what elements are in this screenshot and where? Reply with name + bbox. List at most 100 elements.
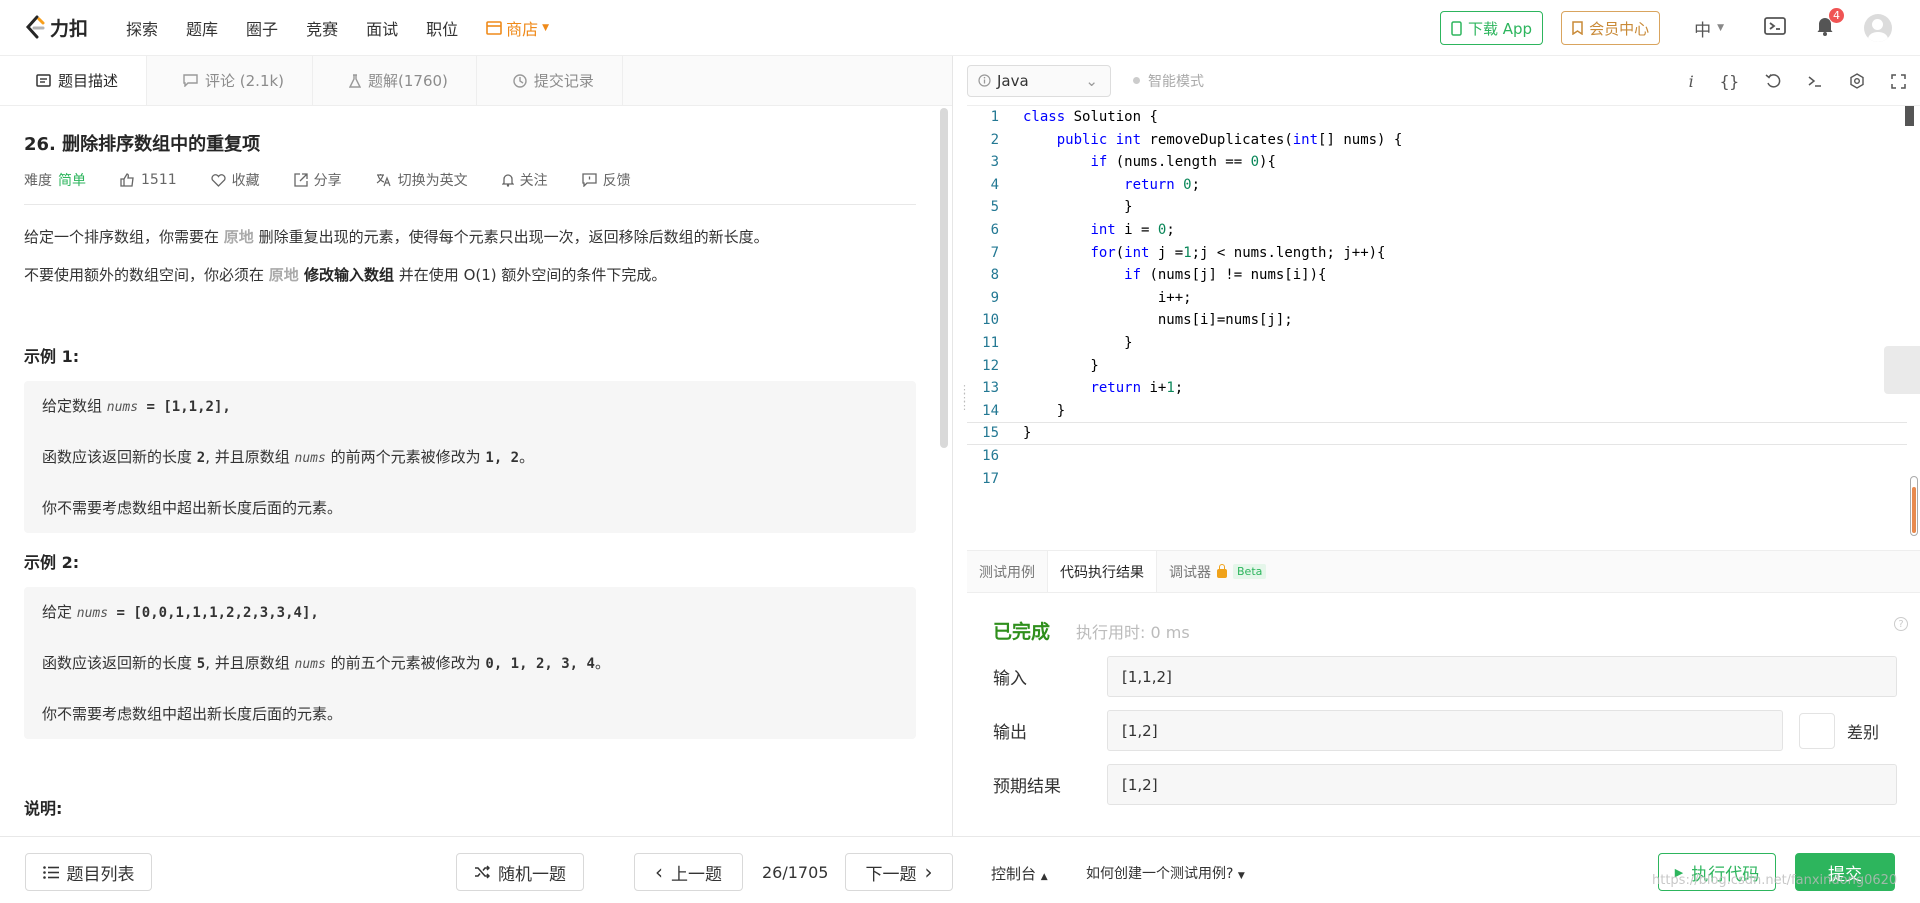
like-button[interactable]: 1511 (120, 172, 177, 188)
scrollbar[interactable] (940, 108, 948, 448)
tab-debugger[interactable]: 调试器 Beta (1157, 551, 1278, 592)
settings-icon[interactable] (1849, 73, 1865, 89)
runtime: 执行用时: 0 ms (1076, 623, 1190, 642)
example-line: 给定 nums = [0,0,1,1,1,2,2,3,3,4], (42, 603, 319, 621)
download-app-button[interactable]: 下载 App (1439, 11, 1544, 45)
result-header: 已完成 执行用时: 0 ms (993, 617, 1920, 644)
diff-checkbox[interactable] (1799, 712, 1835, 749)
beta-badge: Beta (1233, 564, 1267, 579)
like-count: 1511 (141, 172, 177, 188)
top-navbar: 力扣 探索 题库 圈子 竞赛 面试 职位 商店 ▼ 下载 App 会员中心 中 … (0, 0, 1920, 56)
console-icon[interactable] (1807, 74, 1823, 88)
prev-label: 上一题 (671, 864, 722, 885)
help-icon[interactable]: ? (1894, 617, 1908, 631)
code-line-current: 15} (967, 422, 1907, 445)
tab-description[interactable]: 题目描述 (0, 56, 148, 105)
tab-solutions[interactable]: 题解(1760) (313, 56, 477, 105)
input-label: 输入 (993, 669, 1027, 689)
chevron-right-icon: › (924, 860, 933, 884)
example-line: 给定数组 nums = [1,1,2], (42, 397, 231, 415)
howto-testcase-link[interactable]: 如何创建一个测试用例? ▼ (1086, 863, 1245, 883)
notifications-button[interactable]: 4 (1816, 7, 1844, 41)
nav-contest[interactable]: 竞赛 (306, 16, 338, 40)
braces-icon[interactable]: {} (1720, 72, 1739, 91)
editor-scrollbar[interactable] (1905, 106, 1914, 126)
caret-down-icon: ▼ (1717, 23, 1724, 33)
history-icon (513, 73, 527, 88)
diff-toggle[interactable]: 差别 (1799, 712, 1880, 749)
nav-interview[interactable]: 面试 (366, 16, 398, 40)
terminal-icon (1764, 17, 1786, 35)
example-line: 函数应该返回新的长度 5, 并且原数组 nums 的前五个元素被修改为 0, 1… (42, 654, 610, 672)
code-editor[interactable]: 1 class Solution { 2 public int removeDup… (967, 106, 1907, 496)
problem-list-label: 题目列表 (66, 864, 135, 885)
tab-comments[interactable]: 评论 (2.1k) (147, 56, 314, 105)
info-italic-icon[interactable]: i (1689, 72, 1694, 91)
fullscreen-icon[interactable] (1891, 73, 1906, 89)
resize-handle[interactable]: ⋮ ⋮ ⋮ (959, 384, 970, 411)
tab-label: 题目描述 (58, 72, 119, 90)
expected-label: 预期结果 (993, 777, 1061, 797)
random-label: 随机一题 (498, 864, 566, 885)
nav-shop-label: 商店 (506, 19, 539, 39)
nav-explore[interactable]: 探索 (126, 16, 158, 40)
editor-toolbar: Java ⌄ 智能模式 i {} (967, 56, 1920, 106)
smart-mode-label: 智能模式 (1148, 73, 1204, 90)
problem-tabs: 题目描述 评论 (2.1k) 题解(1760) 提交记录 (0, 56, 952, 106)
nav-problems[interactable]: 题库 (186, 16, 218, 40)
tab-result[interactable]: 代码执行结果 (1047, 551, 1157, 592)
caret-down-icon: ▼ (542, 22, 550, 33)
language-select[interactable]: Java ⌄ (967, 64, 1111, 97)
problem-pager: 26/1705 (762, 863, 829, 882)
follow-button[interactable]: 关注 (501, 170, 548, 190)
expected-row: 预期结果 [1,2] (993, 764, 1920, 805)
chevron-left-icon: ‹ (655, 860, 663, 884)
status-dot (1133, 77, 1140, 84)
prev-problem-button[interactable]: ‹ 上一题 (634, 853, 743, 891)
problem-description: 26. 删除排序数组中的重复项 难度 简单 1511 收藏 分享 切换为英文 关… (24, 120, 916, 819)
playground-button[interactable] (1764, 16, 1786, 40)
problem-list-button[interactable]: 题目列表 (25, 853, 152, 891)
language-switch[interactable]: 中 ▼ (1694, 16, 1724, 41)
language-value: Java (997, 71, 1029, 90)
example-1-box: 给定数组 nums = [1,1,2], 函数应该返回新的长度 2, 并且原数组… (24, 381, 916, 533)
nav-circle[interactable]: 圈子 (246, 16, 278, 40)
tab-testcase[interactable]: 测试用例 (967, 551, 1047, 592)
smart-mode-toggle[interactable]: 智能模式 (1133, 71, 1204, 91)
reset-icon[interactable] (1765, 73, 1781, 89)
diff-label: 差别 (1847, 722, 1880, 742)
minimap-scroll[interactable] (1910, 476, 1918, 536)
feedback-button[interactable]: 反馈 (581, 170, 631, 190)
console-toggle[interactable]: 控制台 ▲ (991, 863, 1048, 884)
nav-jobs[interactable]: 职位 (426, 16, 458, 40)
favorite-button[interactable]: 收藏 (211, 170, 260, 190)
caret-up-icon: ▲ (1040, 872, 1048, 882)
code-line: 6 int i = 0; (990, 221, 1175, 238)
download-app-label: 下载 App (1467, 19, 1533, 38)
code-line: 4 return 0; (990, 176, 1201, 193)
code-line: 1 class Solution { (990, 109, 1158, 125)
editor-panel: Java ⌄ 智能模式 i {} 1 class Solution { 2 pub… (959, 56, 1920, 836)
side-panel-tab[interactable] (1884, 346, 1920, 394)
bookmark-icon (1572, 21, 1583, 35)
expected-value: [1,2] (1107, 764, 1897, 805)
next-label: 下一题 (865, 864, 917, 885)
example-line: 你不需要考虑数组中超出新长度后面的元素。 (42, 499, 343, 517)
vip-center-button[interactable]: 会员中心 (1561, 11, 1661, 45)
share-button[interactable]: 分享 (293, 170, 342, 190)
output-label: 输出 (993, 723, 1027, 743)
result-status: 已完成 (993, 621, 1051, 643)
example-line: 你不需要考虑数组中超出新长度后面的元素。 (42, 705, 343, 723)
translate-button[interactable]: 切换为英文 (376, 170, 468, 190)
output-row: 输出 [1,2] 差别 (993, 710, 1920, 751)
flask-icon (349, 73, 362, 88)
random-problem-button[interactable]: 随机一题 (456, 853, 584, 891)
tab-submissions[interactable]: 提交记录 (477, 56, 623, 105)
next-problem-button[interactable]: 下一题 › (845, 853, 953, 891)
code-line: 17 (982, 470, 999, 487)
brand-name: 力扣 (50, 18, 89, 40)
nav-shop[interactable]: 商店 ▼ (486, 16, 549, 40)
bottom-bar: 题目列表 随机一题 ‹ 上一题 26/1705 下一题 › 控制台 ▲ 如何创建… (0, 836, 1920, 903)
avatar[interactable] (1864, 14, 1892, 42)
logo[interactable]: 力扣 (24, 14, 88, 41)
